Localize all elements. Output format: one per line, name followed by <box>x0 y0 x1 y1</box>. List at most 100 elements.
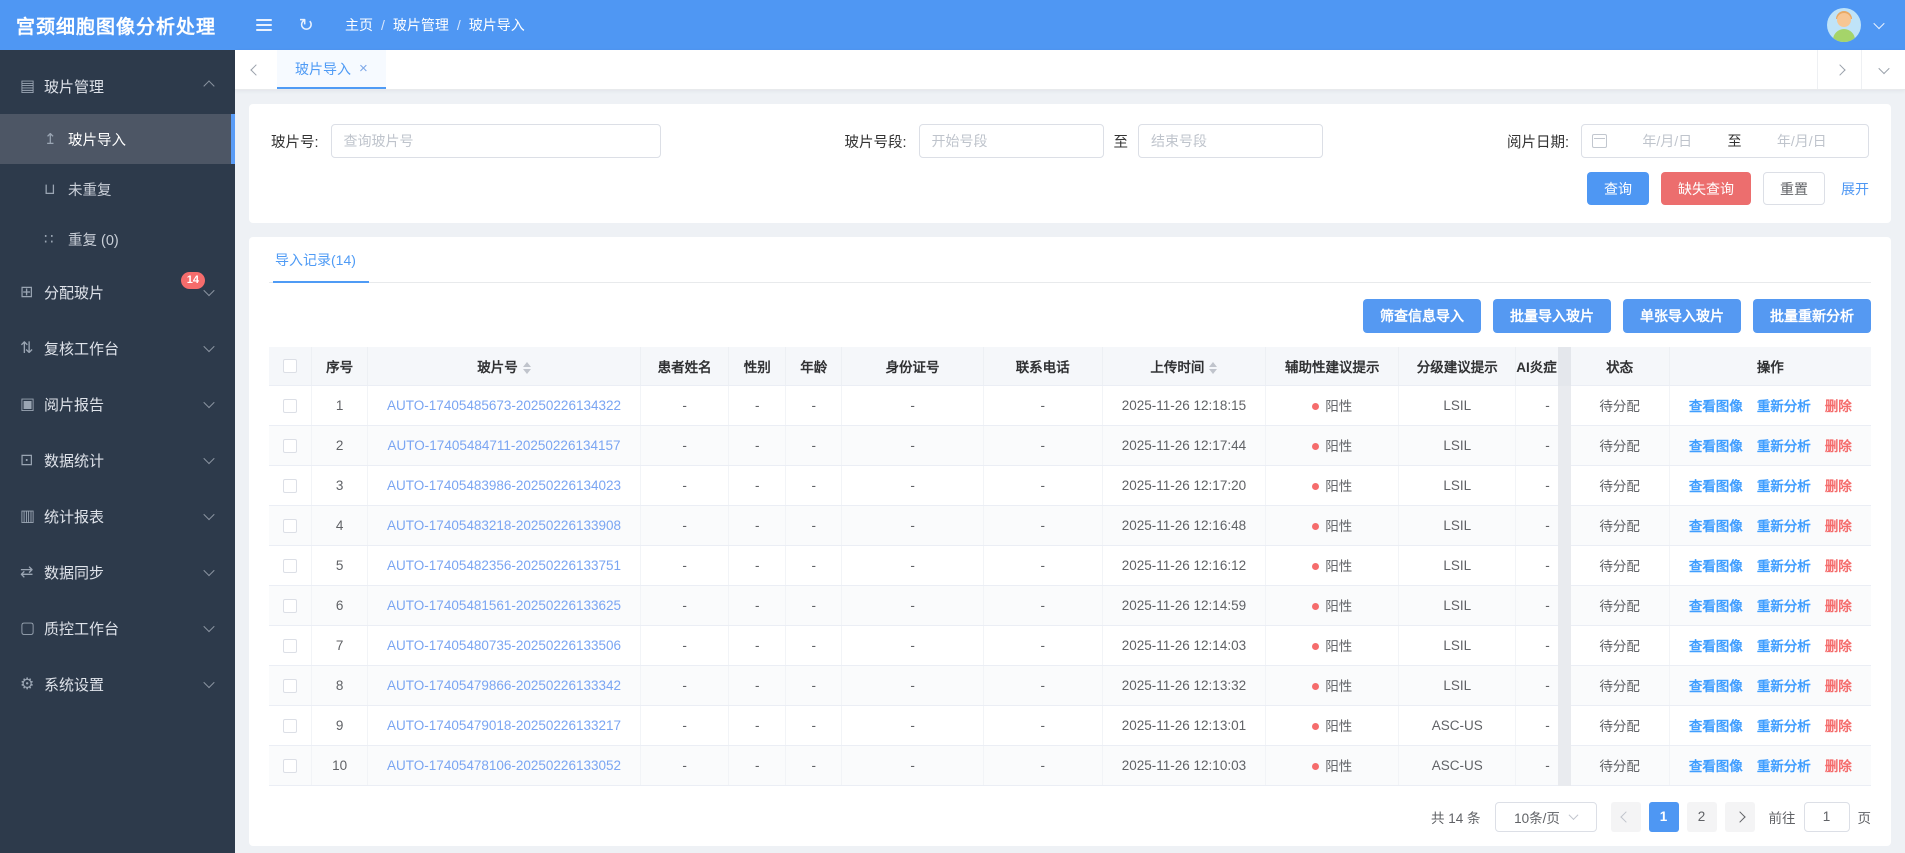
goto-page-input[interactable] <box>1803 801 1850 832</box>
column-header-slide[interactable]: 玻片号 <box>367 347 641 386</box>
view-image-link[interactable]: 查看图像 <box>1689 679 1743 694</box>
close-icon[interactable]: × <box>359 61 368 76</box>
view-image-link[interactable]: 查看图像 <box>1689 719 1743 734</box>
reanalyze-link[interactable]: 重新分析 <box>1757 719 1811 734</box>
avatar[interactable] <box>1827 8 1861 42</box>
sidebar-item-duplicated[interactable]: ∷ 重复 (0) <box>0 214 235 264</box>
reanalyze-link[interactable]: 重新分析 <box>1757 759 1811 774</box>
view-image-link[interactable]: 查看图像 <box>1689 519 1743 534</box>
sidebar-item-slide-import[interactable]: ↥ 玻片导入 <box>0 114 235 164</box>
view-image-link[interactable]: 查看图像 <box>1689 759 1743 774</box>
sort-icon[interactable] <box>1209 362 1218 375</box>
row-checkbox[interactable] <box>282 598 297 613</box>
single-import-slide-button[interactable]: 单张导入玻片 <box>1623 299 1741 333</box>
cell-ai_inflam: - <box>1515 665 1565 706</box>
slide-no-input[interactable] <box>330 124 661 158</box>
row-checkbox[interactable] <box>282 678 297 693</box>
prev-page-button[interactable] <box>1610 801 1641 832</box>
reanalyze-link[interactable]: 重新分析 <box>1757 639 1811 654</box>
slide-no-link[interactable]: AUTO-17405483218-20250226133908 <box>387 518 621 533</box>
range-end-input[interactable] <box>1138 124 1324 158</box>
delete-link[interactable]: 删除 <box>1825 479 1852 494</box>
batch-import-slides-button[interactable]: 批量导入玻片 <box>1493 299 1611 333</box>
breadcrumb-item[interactable]: 玻片导入 <box>469 15 525 35</box>
row-checkbox[interactable] <box>282 478 297 493</box>
slide-no-link[interactable]: AUTO-17405481561-20250226133625 <box>387 598 621 613</box>
breadcrumb-item[interactable]: 玻片管理 <box>393 15 449 35</box>
delete-link[interactable]: 删除 <box>1825 599 1852 614</box>
view-image-link[interactable]: 查看图像 <box>1689 479 1743 494</box>
slide-no-link[interactable]: AUTO-17405479866-20250226133342 <box>387 678 621 693</box>
read-date-label: 阅片日期: <box>1506 134 1569 151</box>
delete-link[interactable]: 删除 <box>1825 439 1852 454</box>
reanalyze-link[interactable]: 重新分析 <box>1757 519 1811 534</box>
delete-link[interactable]: 删除 <box>1825 519 1852 534</box>
sort-icon[interactable] <box>522 362 531 375</box>
delete-link[interactable]: 删除 <box>1825 759 1852 774</box>
view-image-link[interactable]: 查看图像 <box>1689 639 1743 654</box>
select-all-checkbox[interactable] <box>282 359 297 374</box>
delete-link[interactable]: 删除 <box>1825 559 1852 574</box>
reanalyze-link[interactable]: 重新分析 <box>1757 599 1811 614</box>
delete-link[interactable]: 删除 <box>1825 399 1852 414</box>
delete-link[interactable]: 删除 <box>1825 679 1852 694</box>
view-image-link[interactable]: 查看图像 <box>1689 439 1743 454</box>
sidebar-item-data-sync[interactable]: ⇄ 数据同步 <box>0 544 235 600</box>
slide-no-link[interactable]: AUTO-17405484711-20250226134157 <box>388 438 621 453</box>
page-button-2[interactable]: 2 <box>1686 801 1717 832</box>
sidebar-item-review-workbench[interactable]: ⇅ 复核工作台 <box>0 320 235 376</box>
reset-button[interactable]: 重置 <box>1763 172 1825 205</box>
slide-no-link[interactable]: AUTO-17405479018-20250226133217 <box>387 718 621 733</box>
row-checkbox[interactable] <box>282 638 297 653</box>
collapse-sidebar-icon[interactable] <box>251 12 277 38</box>
reanalyze-link[interactable]: 重新分析 <box>1757 399 1811 414</box>
slide-no-link[interactable]: AUTO-17405485673-20250226134322 <box>387 398 621 413</box>
breadcrumb-item[interactable]: 主页 <box>345 15 373 35</box>
reanalyze-link[interactable]: 重新分析 <box>1757 679 1811 694</box>
sidebar-item-reading-report[interactable]: ▣ 阅片报告 <box>0 376 235 432</box>
sidebar-item-assign-slides[interactable]: ⊞ 分配玻片 14 <box>0 264 235 320</box>
reanalyze-link[interactable]: 重新分析 <box>1757 479 1811 494</box>
tab-slide-import[interactable]: 玻片导入 × <box>277 50 386 89</box>
sidebar-item-qc-workbench[interactable]: ▢ 质控工作台 <box>0 600 235 656</box>
refresh-icon[interactable]: ↻ <box>293 12 319 38</box>
batch-reanalyze-button[interactable]: 批量重新分析 <box>1753 299 1871 333</box>
read-date-range-picker[interactable]: 年/月/日 至 年/月/日 <box>1581 124 1869 158</box>
chevron-down-icon[interactable] <box>1873 17 1885 30</box>
delete-link[interactable]: 删除 <box>1825 719 1852 734</box>
column-header-upload_time[interactable]: 上传时间 <box>1102 347 1267 386</box>
view-image-link[interactable]: 查看图像 <box>1689 559 1743 574</box>
slide-no-link[interactable]: AUTO-17405483986-20250226134023 <box>387 478 621 493</box>
next-page-button[interactable] <box>1724 801 1755 832</box>
tab-menu-button[interactable] <box>1861 50 1905 89</box>
tab-import-records[interactable]: 导入记录(14) <box>273 237 369 283</box>
screening-info-import-button[interactable]: 筛查信息导入 <box>1363 299 1481 333</box>
row-checkbox[interactable] <box>282 718 297 733</box>
search-button[interactable]: 查询 <box>1587 172 1649 205</box>
row-checkbox[interactable] <box>282 398 297 413</box>
slide-no-link[interactable]: AUTO-17405482356-20250226133751 <box>387 558 621 573</box>
reanalyze-link[interactable]: 重新分析 <box>1757 439 1811 454</box>
slide-no-link[interactable]: AUTO-17405480735-20250226133506 <box>387 638 621 653</box>
view-image-link[interactable]: 查看图像 <box>1689 599 1743 614</box>
reanalyze-link[interactable]: 重新分析 <box>1757 559 1811 574</box>
row-checkbox[interactable] <box>282 558 297 573</box>
page-button-1[interactable]: 1 <box>1648 801 1679 832</box>
sidebar-item-data-statistics[interactable]: ⊡ 数据统计 <box>0 432 235 488</box>
row-checkbox[interactable] <box>282 758 297 773</box>
sidebar-item-slide-management[interactable]: ▤ 玻片管理 <box>0 58 235 114</box>
view-image-link[interactable]: 查看图像 <box>1689 399 1743 414</box>
tab-scroll-right-button[interactable] <box>1817 50 1861 89</box>
delete-link[interactable]: 删除 <box>1825 639 1852 654</box>
page-size-select[interactable]: 10条/页 <box>1494 801 1597 832</box>
slide-no-link[interactable]: AUTO-17405478106-20250226133052 <box>387 758 621 773</box>
row-checkbox[interactable] <box>282 518 297 533</box>
sidebar-item-system-settings[interactable]: ⚙ 系统设置 <box>0 656 235 712</box>
expand-button[interactable]: 展开 <box>1841 179 1869 199</box>
tab-scroll-left-button[interactable] <box>235 50 277 89</box>
missing-search-button[interactable]: 缺失查询 <box>1661 172 1751 205</box>
range-start-input[interactable] <box>918 124 1104 158</box>
sidebar-item-not-duplicated[interactable]: ⊔ 未重复 <box>0 164 235 214</box>
row-checkbox[interactable] <box>282 438 297 453</box>
sidebar-item-statistical-reports[interactable]: ▥ 统计报表 <box>0 488 235 544</box>
